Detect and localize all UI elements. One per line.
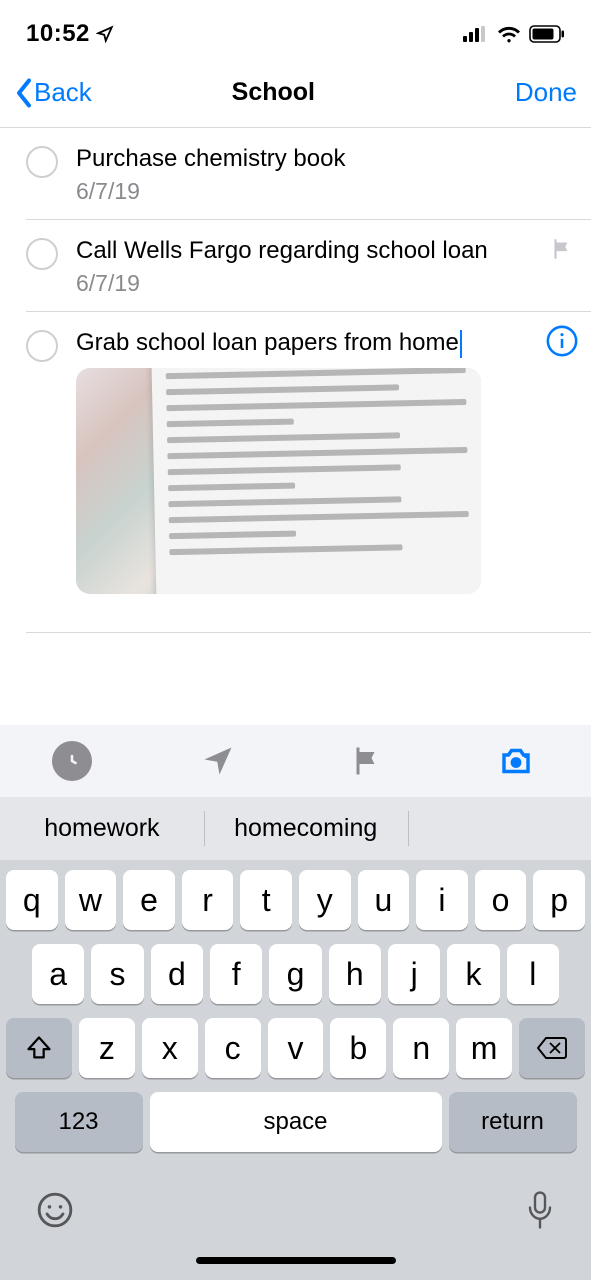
key-l[interactable]: l (507, 944, 559, 1004)
keyboard-bottom-row (6, 1166, 585, 1247)
key-a[interactable]: a (32, 944, 84, 1004)
key-n[interactable]: n (393, 1018, 449, 1078)
reminder-attachment-image[interactable] (76, 368, 481, 594)
key-t[interactable]: t (240, 870, 292, 930)
location-services-icon (96, 25, 114, 43)
key-r[interactable]: r (182, 870, 234, 930)
battery-icon (529, 25, 565, 43)
key-q[interactable]: q (6, 870, 58, 930)
key-c[interactable]: c (205, 1018, 261, 1078)
keyboard-row-1: q w e r t y u i o p (6, 870, 585, 930)
complete-toggle[interactable] (26, 238, 58, 270)
reminder-title: Call Wells Fargo regarding school loan (76, 236, 573, 266)
key-shift[interactable] (6, 1018, 72, 1078)
key-s[interactable]: s (91, 944, 143, 1004)
flag-icon (349, 743, 385, 779)
status-bar: 10:52 (0, 0, 591, 58)
complete-toggle[interactable] (26, 146, 58, 178)
key-z[interactable]: z (79, 1018, 135, 1078)
reminder-item[interactable]: Call Wells Fargo regarding school loan 6… (26, 220, 591, 312)
suggestion-empty (408, 797, 591, 860)
reminders-list: Purchase chemistry book 6/7/19 Call Well… (0, 128, 591, 633)
clock-icon (60, 749, 84, 773)
reminder-body: Call Wells Fargo regarding school loan 6… (76, 236, 573, 297)
suggestion[interactable]: homework (0, 797, 204, 860)
reminder-date: 6/7/19 (76, 270, 573, 297)
reminder-body: Grab school loan papers from home (76, 328, 573, 618)
emoji-icon (36, 1191, 74, 1229)
key-w[interactable]: w (65, 870, 117, 930)
reminder-body: Purchase chemistry book 6/7/19 (76, 144, 573, 205)
key-h[interactable]: h (329, 944, 381, 1004)
key-y[interactable]: y (299, 870, 351, 930)
keyboard-row-4: 123 space return (6, 1092, 585, 1152)
info-button[interactable] (545, 324, 579, 363)
key-g[interactable]: g (269, 944, 321, 1004)
key-x[interactable]: x (142, 1018, 198, 1078)
remind-time-button[interactable] (52, 741, 92, 781)
camera-button[interactable] (493, 738, 539, 784)
reminder-title-input[interactable]: Grab school loan papers from home (76, 328, 573, 358)
key-d[interactable]: d (151, 944, 203, 1004)
key-j[interactable]: j (388, 944, 440, 1004)
keyboard-row-3: z x c v b n m (6, 1018, 585, 1078)
reminder-toolbar (0, 725, 591, 797)
keyboard: q w e r t y u i o p a s d f g h j k l (0, 860, 591, 1280)
shift-icon (25, 1034, 53, 1062)
key-f[interactable]: f (210, 944, 262, 1004)
key-b[interactable]: b (330, 1018, 386, 1078)
microphone-icon (525, 1190, 555, 1230)
status-time: 10:52 (26, 20, 90, 48)
reminder-date: 6/7/19 (76, 178, 573, 205)
key-p[interactable]: p (533, 870, 585, 930)
done-button[interactable]: Done (515, 77, 577, 108)
key-o[interactable]: o (475, 870, 527, 930)
reminder-item-editing[interactable]: Grab school loan papers from home (26, 312, 591, 633)
key-i[interactable]: i (416, 870, 468, 930)
text-cursor (460, 330, 462, 358)
camera-icon (498, 743, 534, 779)
status-left: 10:52 (26, 20, 114, 48)
key-e[interactable]: e (123, 870, 175, 930)
key-backspace[interactable] (519, 1018, 585, 1078)
page-title: School (32, 78, 515, 107)
location-arrow-icon (200, 743, 236, 779)
key-numbers[interactable]: 123 (15, 1092, 143, 1152)
status-right (463, 25, 565, 43)
key-space[interactable]: space (150, 1092, 442, 1152)
key-m[interactable]: m (456, 1018, 512, 1078)
reminder-item[interactable]: Purchase chemistry book 6/7/19 (26, 128, 591, 220)
home-indicator[interactable] (196, 1257, 396, 1264)
keyboard-suggestions: homework homecoming (0, 797, 591, 860)
backspace-icon (536, 1035, 568, 1061)
emoji-button[interactable] (36, 1191, 74, 1234)
keyboard-row-2: a s d f g h j k l (6, 944, 585, 1004)
nav-bar: Back School Done (0, 58, 591, 128)
complete-toggle[interactable] (26, 330, 58, 362)
key-u[interactable]: u (358, 870, 410, 930)
reminder-title-text: Grab school loan papers from home (76, 329, 459, 356)
flag-button[interactable] (344, 738, 390, 784)
dictation-button[interactable] (525, 1190, 555, 1235)
wifi-icon (497, 25, 521, 43)
reminder-title: Purchase chemistry book (76, 144, 573, 174)
suggestion[interactable]: homecoming (204, 797, 408, 860)
key-k[interactable]: k (447, 944, 499, 1004)
cellular-signal-icon (463, 26, 489, 42)
flag-icon (549, 236, 575, 267)
key-v[interactable]: v (268, 1018, 324, 1078)
key-return[interactable]: return (449, 1092, 577, 1152)
remind-location-button[interactable] (195, 738, 241, 784)
